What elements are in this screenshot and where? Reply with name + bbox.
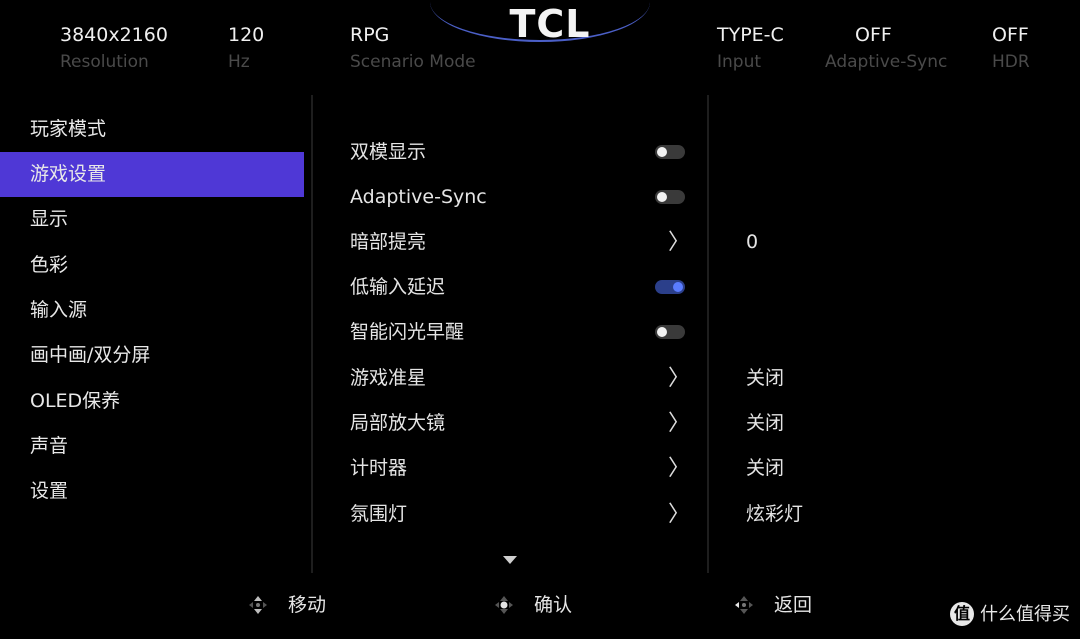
setting-value: 关闭 bbox=[746, 457, 785, 479]
setting-value: 炫彩灯 bbox=[746, 503, 804, 525]
menu-item-game-settings[interactable]: 游戏设置 bbox=[0, 152, 304, 197]
menu-item-label: 玩家模式 bbox=[30, 118, 107, 140]
status-value: OFF bbox=[855, 24, 892, 46]
setting-dark-boost[interactable]: 暗部提亮 〉 0 bbox=[350, 220, 810, 265]
setting-value: 关闭 bbox=[746, 367, 785, 389]
status-value: 3840x2160 bbox=[60, 24, 168, 46]
menu-item-label: 色彩 bbox=[30, 254, 69, 276]
setting-dual-mode[interactable]: 双模显示 bbox=[350, 130, 690, 175]
tcl-logo: TCL bbox=[509, 2, 591, 46]
status-label: Scenario Mode bbox=[350, 52, 476, 72]
status-label: Resolution bbox=[60, 52, 149, 72]
status-adaptive-sync: OFF Adaptive-Sync bbox=[825, 24, 947, 74]
menu-item-color[interactable]: 色彩 bbox=[0, 243, 304, 288]
status-scenario-mode: RPG Scenario Mode bbox=[350, 24, 476, 74]
setting-value: 关闭 bbox=[746, 412, 785, 434]
dpad-left-icon bbox=[735, 596, 753, 614]
menu-item-label: 声音 bbox=[30, 435, 69, 457]
setting-smart-flash[interactable]: 智能闪光早醒 bbox=[350, 310, 690, 355]
setting-label: 暗部提亮 bbox=[350, 231, 427, 253]
scroll-down-icon[interactable] bbox=[503, 556, 517, 564]
status-value: TYPE-C bbox=[717, 24, 784, 46]
setting-label: 局部放大镜 bbox=[350, 412, 446, 434]
dpad-center-icon bbox=[495, 596, 513, 614]
divider-left bbox=[311, 95, 313, 573]
setting-timer[interactable]: 计时器 〉 关闭 bbox=[350, 446, 810, 491]
setting-low-input-lag[interactable]: 低输入延迟 bbox=[350, 265, 690, 310]
status-refresh-rate: 120 Hz bbox=[228, 24, 264, 74]
setting-label: 低输入延迟 bbox=[350, 276, 446, 298]
chevron-right-icon: 〉 bbox=[668, 230, 691, 255]
setting-label: 游戏准星 bbox=[350, 367, 427, 389]
menu-item-input-source[interactable]: 输入源 bbox=[0, 288, 304, 333]
status-input: TYPE-C Input bbox=[717, 24, 784, 74]
chevron-right-icon: 〉 bbox=[668, 366, 691, 391]
menu-item-oled-care[interactable]: OLED保养 bbox=[0, 379, 304, 424]
hint-label: 移动 bbox=[288, 594, 327, 616]
hint-label: 确认 bbox=[534, 594, 573, 616]
setting-label: Adaptive-Sync bbox=[350, 186, 487, 208]
menu-item-label: 游戏设置 bbox=[30, 163, 107, 185]
menu-item-label: 设置 bbox=[30, 480, 69, 502]
status-resolution: 3840x2160 Resolution bbox=[60, 24, 168, 74]
setting-ambient-light[interactable]: 氛围灯 〉 炫彩灯 bbox=[350, 492, 810, 537]
dual-mode-toggle[interactable] bbox=[655, 145, 685, 159]
watermark-text: 什么值得买 bbox=[980, 604, 1070, 625]
status-label: HDR bbox=[992, 52, 1030, 72]
setting-label: 计时器 bbox=[350, 457, 408, 479]
chevron-right-icon: 〉 bbox=[668, 502, 691, 527]
status-value: RPG bbox=[350, 24, 390, 46]
setting-adaptive-sync[interactable]: Adaptive-Sync bbox=[350, 175, 690, 220]
menu-item-label: 画中画/双分屏 bbox=[30, 344, 151, 366]
adaptive-sync-toggle[interactable] bbox=[655, 190, 685, 204]
menu-item-settings[interactable]: 设置 bbox=[0, 469, 304, 514]
menu-item-label: 显示 bbox=[30, 208, 69, 230]
status-label: Hz bbox=[228, 52, 250, 72]
chevron-right-icon: 〉 bbox=[668, 456, 691, 481]
setting-label: 双模显示 bbox=[350, 141, 427, 163]
dpad-updown-icon bbox=[249, 596, 267, 614]
setting-crosshair[interactable]: 游戏准星 〉 关闭 bbox=[350, 356, 810, 401]
hint-label: 返回 bbox=[774, 594, 813, 616]
status-value: 120 bbox=[228, 24, 265, 46]
menu-item-player-mode[interactable]: 玩家模式 bbox=[0, 107, 304, 152]
low-input-lag-toggle[interactable] bbox=[655, 280, 685, 294]
chevron-right-icon: 〉 bbox=[668, 411, 691, 436]
menu-item-pip[interactable]: 画中画/双分屏 bbox=[0, 333, 304, 378]
setting-value: 0 bbox=[746, 231, 759, 253]
menu-item-label: 输入源 bbox=[30, 299, 88, 321]
status-value: OFF bbox=[992, 24, 1029, 46]
setting-label: 智能闪光早醒 bbox=[350, 321, 465, 343]
smart-flash-toggle[interactable] bbox=[655, 325, 685, 339]
status-label: Input bbox=[717, 52, 762, 72]
menu-item-label: OLED保养 bbox=[30, 390, 121, 412]
menu-item-sound[interactable]: 声音 bbox=[0, 424, 304, 469]
menu-item-display[interactable]: 显示 bbox=[0, 197, 304, 242]
status-label: Adaptive-Sync bbox=[825, 52, 948, 72]
setting-magnifier[interactable]: 局部放大镜 〉 关闭 bbox=[350, 401, 810, 446]
watermark-logo-icon: 值 bbox=[950, 602, 974, 626]
setting-label: 氛围灯 bbox=[350, 503, 408, 525]
status-hdr: OFF HDR bbox=[992, 24, 1030, 74]
